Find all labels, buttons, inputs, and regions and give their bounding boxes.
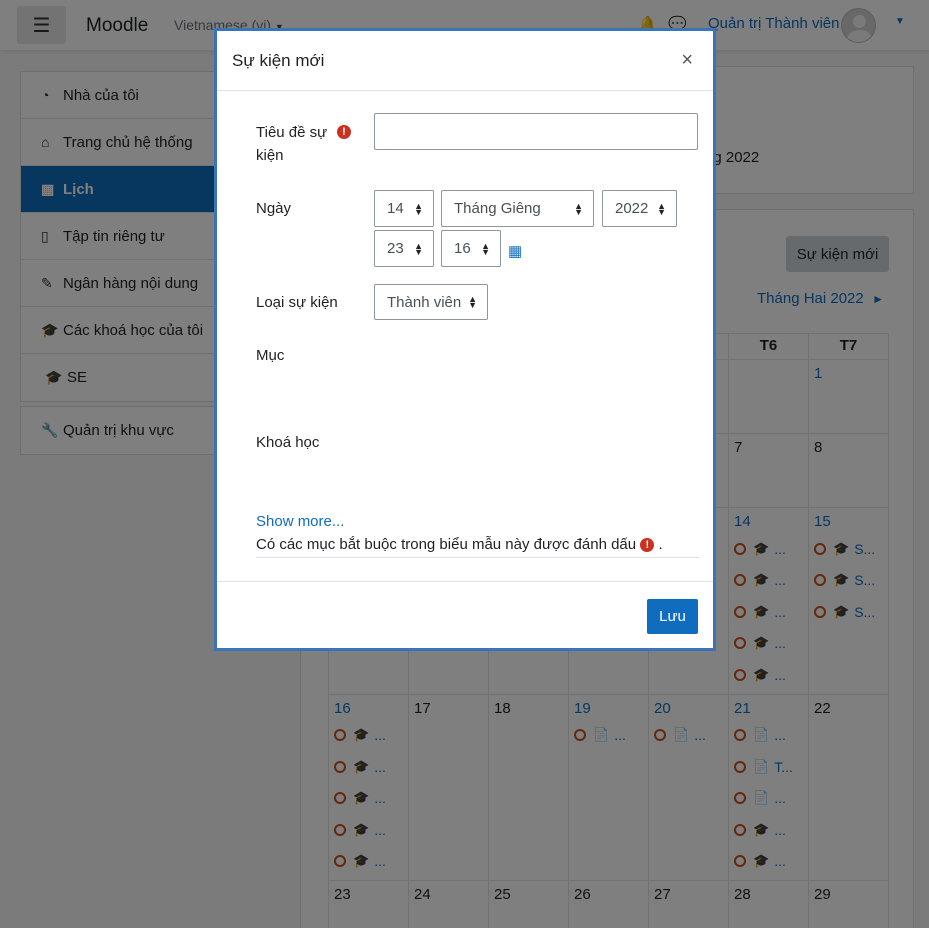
course-label: Khoá học [256,434,320,451]
day-value: 14 [387,200,404,217]
event-type-select[interactable]: Thành viên ▲ ▼ [374,284,488,320]
modal-title: Sự kiện mới [232,50,325,70]
hour-value: 23 [387,240,404,257]
month-select[interactable]: Tháng Giêng ▲ ▼ [441,190,594,227]
year-value: 2022 [615,200,649,217]
updown-icon: ▲ ▼ [414,240,423,257]
close-icon[interactable]: × [681,49,693,71]
event-type-value: Thành viên [387,293,462,311]
updown-icon: ▲ ▼ [468,294,477,310]
date-label: Ngày [256,200,292,217]
minute-select[interactable]: 16 ▲ ▼ [441,230,501,267]
modal-header: Sự kiện mới × [217,31,713,91]
updown-icon: ▲ ▼ [414,200,423,217]
show-more-link[interactable]: Show more... [256,513,344,530]
save-button[interactable]: Lưu [647,599,698,634]
minute-value: 16 [454,240,471,257]
event-type-label: Loại sự kiện [256,294,338,311]
modal-footer [217,581,713,648]
required-note-end: . [658,536,663,553]
updown-icon: ▲ ▼ [574,200,583,217]
day-select[interactable]: 14 ▲ ▼ [374,190,434,227]
updown-icon: ▲ ▼ [481,240,490,257]
hour-select[interactable]: 23 ▲ ▼ [374,230,434,267]
required-icon: ! [337,125,351,139]
event-title-label-text: Tiêu đề sự kiện [256,124,328,164]
required-fields-note: Có các mục bắt buộc trong biểu mẫu này đ… [256,536,699,558]
month-value: Tháng Giêng [454,200,541,217]
calendar-icon[interactable]: ▦ [508,242,522,260]
updown-icon: ▲ ▼ [657,200,666,217]
new-event-modal: Sự kiện mới × Tiêu đề sự kiện ! Ngày 14 ▲… [214,28,716,651]
required-note-text: Có các mục bắt buộc trong biểu mẫu này đ… [256,536,637,553]
year-select[interactable]: 2022 ▲ ▼ [602,190,677,227]
category-label: Mục [256,347,285,364]
event-title-input[interactable] [374,113,698,150]
required-icon: ! [640,538,655,553]
